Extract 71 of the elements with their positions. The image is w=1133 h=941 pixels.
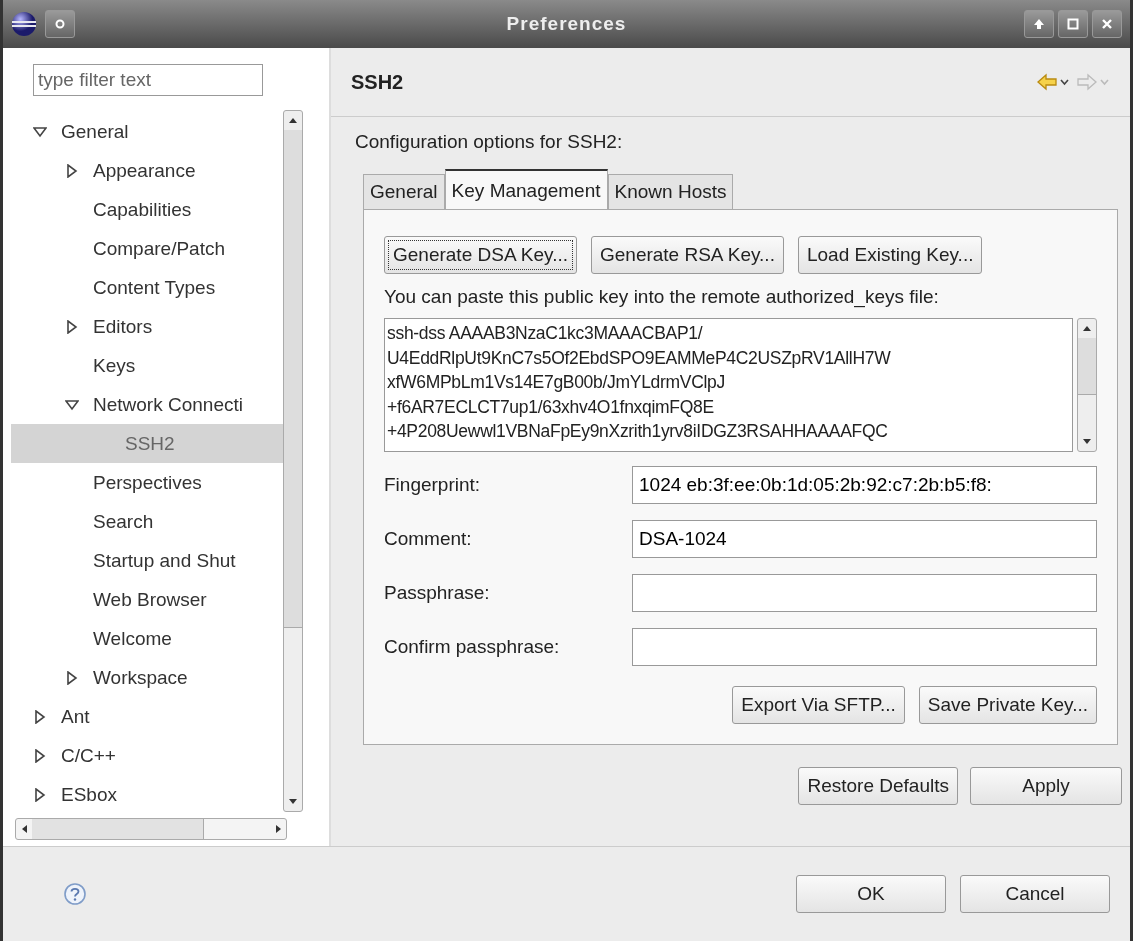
expanded-arrow-icon <box>33 125 47 138</box>
tree-item[interactable]: C/C++ <box>11 736 283 775</box>
tree-item[interactable]: Web Browser <box>11 580 283 619</box>
key-scrollbar[interactable] <box>1077 318 1097 452</box>
dialog-button[interactable]: OK <box>796 875 946 913</box>
key-hint-text: You can paste this public key into the remote authorized_keys file: <box>384 286 940 308</box>
restore-button[interactable] <box>1058 10 1088 38</box>
scroll-up-icon <box>1083 326 1091 331</box>
field-label: Fingerprint: <box>384 474 482 496</box>
key-button[interactable]: Generate DSA Key... <box>384 236 577 274</box>
collapsed-arrow-icon <box>65 319 79 334</box>
tree-item[interactable]: Appearance <box>11 151 283 190</box>
tree-item[interactable]: Compare/Patch <box>11 229 283 268</box>
action-button[interactable]: Export Via SFTP... <box>732 686 905 724</box>
tree-item[interactable]: Ant <box>11 697 283 736</box>
square-icon <box>1067 18 1079 30</box>
scroll-down-icon <box>1083 439 1091 444</box>
field-label: Comment: <box>384 528 473 550</box>
text-field[interactable] <box>632 574 1097 612</box>
text-field[interactable]: DSA-1024 <box>632 520 1097 558</box>
close-icon <box>1101 18 1113 30</box>
action-button[interactable]: Save Private Key... <box>918 686 1097 724</box>
key-button[interactable]: Generate RSA Key... <box>590 236 784 274</box>
forward-arrow-icon[interactable] <box>1076 72 1110 92</box>
collapsed-arrow-icon <box>33 787 47 802</box>
text-field[interactable] <box>632 628 1097 666</box>
filter-field[interactable]: type filter text <box>33 64 263 96</box>
scroll-down-icon <box>289 799 297 804</box>
text-field[interactable]: 1024 eb:3f:ee:0b:1d:05:2b:92:c7:2b:b5:f8: <box>632 466 1097 504</box>
description-text: Configuration options for SSH2: <box>355 131 624 153</box>
dialog-button[interactable]: Cancel <box>960 875 1110 913</box>
close-button[interactable] <box>1092 10 1122 38</box>
globe-icon <box>11 11 37 37</box>
vertical-scrollbar[interactable] <box>283 110 303 812</box>
tree-item[interactable]: Search <box>11 502 283 541</box>
public-key-field[interactable]: ssh-dss AAAAB3NzaC1kc3MAAACBAP1/ U4EddRlpUt9KnC7s5Of2EbdSPO9EAMMeP4C2USZpRV1AllH7W xfW6MPbLm1Vs14E7gB00b/JmYLdrmVClpJ +f6AR7ECLCT7up1/63xhv4O1fnxqimFQ8E +4P208Uewwl1VBNaFpEy9nXzrith1yrv8iIDGZ3RSAHHAAAAFQC <box>384 318 1073 452</box>
tree-item[interactable]: Network Connecti <box>11 385 283 424</box>
tree-item[interactable]: SSH2 <box>11 424 283 463</box>
tree-item[interactable]: Workspace <box>11 658 283 697</box>
collapsed-arrow-icon <box>33 709 47 724</box>
page-title: SSH2 <box>351 70 404 94</box>
key-button[interactable]: Load Existing Key... <box>797 236 983 274</box>
help-icon[interactable] <box>63 882 87 906</box>
tab[interactable]: Key Management <box>444 169 608 209</box>
field-label: Passphrase: <box>384 582 491 604</box>
tree-item[interactable]: Keys <box>11 346 283 385</box>
tree-item[interactable]: General <box>11 112 283 151</box>
maximize-button[interactable] <box>1024 10 1054 38</box>
tab[interactable]: Known Hosts <box>607 174 734 209</box>
tree-item[interactable]: Perspectives <box>11 463 283 502</box>
window-menu-button[interactable] <box>45 10 75 38</box>
tree-item[interactable]: Capabilities <box>11 190 283 229</box>
field-label: Confirm passphrase: <box>384 636 561 658</box>
collapsed-arrow-icon <box>33 748 47 763</box>
collapsed-arrow-icon <box>65 163 79 178</box>
tree-item[interactable]: ESbox <box>11 775 283 814</box>
back-arrow-icon[interactable] <box>1036 72 1070 92</box>
window-title: Preferences <box>506 13 627 35</box>
dot-icon <box>55 19 65 29</box>
scroll-up-icon <box>289 118 297 123</box>
tab[interactable]: General <box>363 174 445 209</box>
tree-item[interactable]: Editors <box>11 307 283 346</box>
tree-item[interactable]: Startup and Shut <box>11 541 283 580</box>
page-button[interactable]: Apply <box>970 767 1122 805</box>
up-arrow-icon <box>1033 18 1045 30</box>
collapsed-arrow-icon <box>65 670 79 685</box>
tree-item[interactable]: Welcome <box>11 619 283 658</box>
tree-item[interactable]: Content Types <box>11 268 283 307</box>
page-button[interactable]: Restore Defaults <box>798 767 958 805</box>
horizontal-scrollbar[interactable] <box>15 818 287 840</box>
expanded-arrow-icon <box>65 398 79 411</box>
